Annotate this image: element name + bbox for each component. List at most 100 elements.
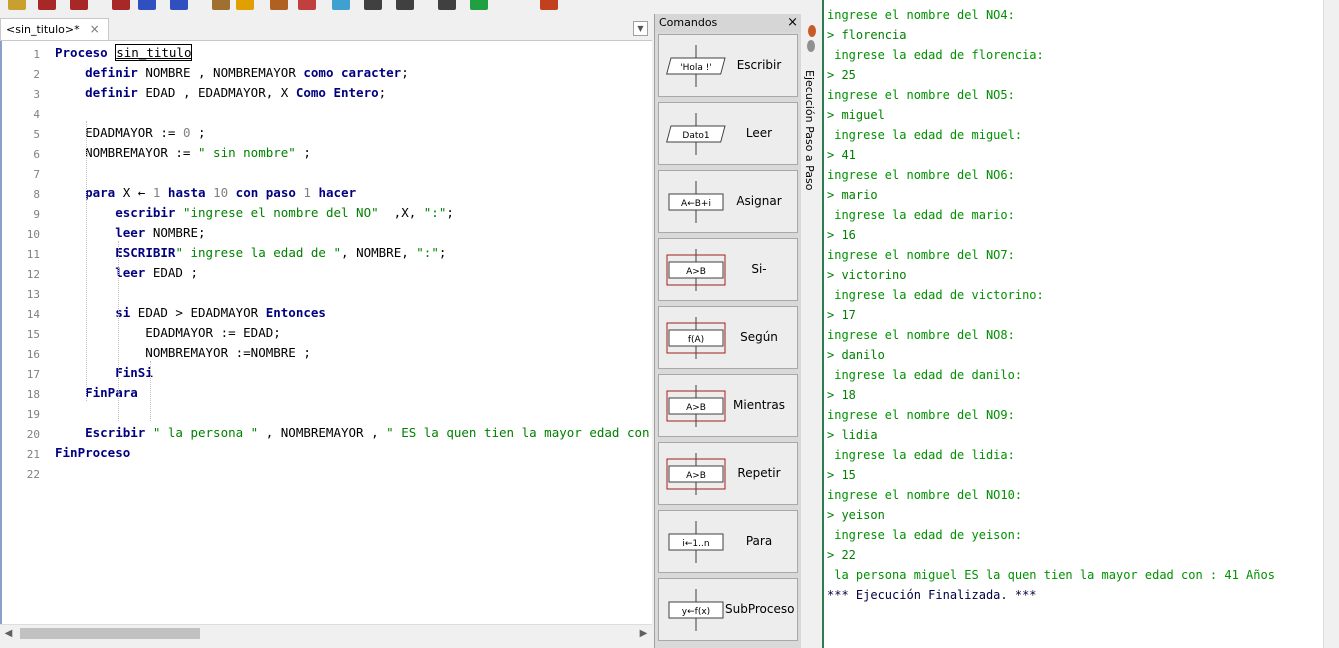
step-by-step-label: Ejecución Paso a Paso bbox=[803, 70, 816, 191]
command-button-si-entonces[interactable]: A>B Si-Entonces bbox=[658, 238, 798, 337]
code-line[interactable]: definir EDAD , EDADMAYOR, X Como Entero; bbox=[55, 85, 386, 100]
command-label: Asignar bbox=[736, 194, 782, 208]
line-number: 8 bbox=[33, 188, 40, 201]
code-line[interactable]: EDADMAYOR := 0 ; bbox=[55, 125, 205, 140]
string-token: " ES la quen tien la mayor edad con : " bbox=[386, 425, 652, 440]
commands-panel: Comandos × 'Hola !' Escribir Dato1 Leer A←B+… bbox=[654, 14, 802, 648]
command-glyph: 'Hola !' bbox=[680, 63, 712, 73]
diagram-icon[interactable] bbox=[438, 0, 456, 10]
copy-icon[interactable] bbox=[298, 0, 316, 10]
tab-sin-titulo[interactable]: <sin_titulo>* × bbox=[0, 18, 109, 40]
command-button-subproceso[interactable]: y←f(x) SubProceso bbox=[658, 578, 798, 641]
code-line[interactable]: para X ← 1 hasta 10 con paso 1 hacer bbox=[55, 185, 356, 200]
command-button-escribir[interactable]: 'Hola !' Escribir bbox=[658, 34, 798, 97]
command-label: Mientras bbox=[733, 398, 785, 412]
asignar-icon: A←B+i bbox=[668, 181, 724, 223]
code-token: EDADMAYOR := bbox=[55, 125, 183, 140]
run-icon[interactable] bbox=[138, 0, 156, 10]
code-line[interactable]: Escribir " la persona " , NOMBREMAYOR , … bbox=[55, 425, 652, 440]
commands-panel-close-icon[interactable]: × bbox=[787, 14, 798, 32]
help-icon[interactable] bbox=[540, 0, 558, 10]
code-line[interactable]: Proceso sin_titulo bbox=[55, 44, 193, 61]
scrollbar-thumb[interactable] bbox=[20, 628, 200, 639]
number-token: 10 bbox=[213, 185, 229, 200]
leer-icon: Dato1 bbox=[666, 113, 726, 155]
console-output-line: ingrese la edad de lidia: bbox=[827, 448, 1015, 462]
footsteps-icon[interactable] bbox=[804, 24, 820, 54]
code-token: NOMBREMAYOR :=NOMBRE ; bbox=[55, 345, 311, 360]
scroll-right-icon[interactable]: ▶ bbox=[635, 625, 652, 642]
command-button-segun[interactable]: f(A) Según bbox=[658, 306, 798, 369]
code-line[interactable]: FinSi bbox=[55, 365, 153, 380]
code-line[interactable]: ESCRIBIR" ingrese la edad de ", NOMBRE, … bbox=[55, 245, 446, 260]
scroll-left-icon[interactable]: ◀ bbox=[0, 625, 17, 642]
code-line[interactable]: NOMBREMAYOR :=NOMBRE ; bbox=[55, 345, 311, 360]
console-input-line: > mario bbox=[827, 188, 878, 202]
command-button-mientras[interactable]: A>B Mientras bbox=[658, 374, 798, 437]
command-button-para[interactable]: i←1..n Para bbox=[658, 510, 798, 573]
line-number: 4 bbox=[33, 108, 40, 121]
debug-icon[interactable] bbox=[470, 0, 488, 10]
save-as-icon[interactable] bbox=[112, 0, 130, 10]
keyword-token: Proceso bbox=[55, 45, 116, 60]
code-line[interactable]: leer NOMBRE; bbox=[55, 225, 206, 240]
command-label: Repetir bbox=[737, 466, 781, 480]
new-file-icon[interactable] bbox=[8, 0, 26, 10]
code-line[interactable]: EDADMAYOR := EDAD; bbox=[55, 325, 280, 340]
console-input-line: > 17 bbox=[827, 308, 856, 322]
code-line[interactable]: NOMBREMAYOR := " sin nombre" ; bbox=[55, 145, 311, 160]
mientras-icon: A>B bbox=[666, 385, 726, 427]
code-token: NOMBREMAYOR := bbox=[55, 145, 198, 160]
commands-panel-title: Comandos bbox=[659, 16, 718, 29]
code-line[interactable]: escribir "ingrese el nombre del NO" ,X, … bbox=[55, 205, 454, 220]
save-icon[interactable] bbox=[70, 0, 88, 10]
open-icon[interactable] bbox=[38, 0, 56, 10]
tab-close-icon[interactable]: × bbox=[90, 22, 100, 36]
toolbar bbox=[0, 0, 655, 16]
console-vertical-scrollbar[interactable] bbox=[1323, 0, 1339, 648]
line-number: 18 bbox=[26, 388, 40, 401]
cut-icon[interactable] bbox=[270, 0, 288, 10]
tab-dropdown-icon[interactable]: ▼ bbox=[633, 21, 648, 36]
console-output-line: ingrese la edad de mario: bbox=[827, 208, 1015, 222]
code-token: NOMBRE; bbox=[152, 225, 206, 240]
keyword-token: con paso bbox=[228, 185, 304, 200]
command-button-repetir[interactable]: A>B Repetir bbox=[658, 442, 798, 505]
code-token: ; bbox=[438, 245, 447, 260]
code-line[interactable]: FinProceso bbox=[55, 445, 130, 460]
keyword-token: FinPara bbox=[85, 385, 138, 400]
line-number: 12 bbox=[26, 268, 40, 281]
console-input-line: > victorino bbox=[827, 268, 907, 282]
print-icon[interactable] bbox=[236, 0, 254, 10]
console-output-line: ingrese el nombre del NO4: bbox=[827, 8, 1015, 22]
redo-icon[interactable] bbox=[396, 0, 414, 10]
console-input-line: > 18 bbox=[827, 388, 856, 402]
line-number: 11 bbox=[26, 248, 40, 261]
subproceso-icon: y←f(x) bbox=[668, 589, 724, 631]
flowchart-icon[interactable] bbox=[212, 0, 230, 10]
console-output-line: ingrese el nombre del NO10: bbox=[827, 488, 1023, 502]
editor-horizontal-scrollbar[interactable]: ◀ ▶ bbox=[0, 624, 652, 642]
command-button-leer[interactable]: Dato1 Leer bbox=[658, 102, 798, 165]
code-editor[interactable]: 1 2 3 4 5 6 7 8 9 10 11 12 13 14 15 16 17 18 19 20 21 22 Proce… bbox=[0, 41, 652, 624]
commands-panel-header: Comandos × bbox=[655, 14, 802, 32]
line-number: 16 bbox=[26, 348, 40, 361]
undo-icon[interactable] bbox=[364, 0, 382, 10]
code-line[interactable]: leer EDAD ; bbox=[55, 265, 198, 280]
code-line[interactable]: definir NOMBRE , NOMBREMAYOR como caract… bbox=[55, 65, 409, 80]
keyword-token: ESCRIBIR bbox=[115, 245, 176, 260]
command-glyph: A>B bbox=[686, 471, 706, 481]
step-icon[interactable] bbox=[170, 0, 188, 10]
console-output-line: ingrese la edad de victorino: bbox=[827, 288, 1044, 302]
escribir-icon: 'Hola !' bbox=[666, 45, 726, 87]
line-number: 20 bbox=[26, 428, 40, 441]
command-label: Según bbox=[740, 330, 778, 344]
command-button-asignar[interactable]: A←B+i Asignar bbox=[658, 170, 798, 233]
code-token: EDAD , EDADMAYOR, X bbox=[145, 85, 296, 100]
code-line[interactable]: si EDAD > EDADMAYOR Entonces bbox=[55, 305, 326, 320]
step-by-step-strip[interactable]: Ejecución Paso a Paso bbox=[801, 14, 822, 648]
paste-icon[interactable] bbox=[332, 0, 350, 10]
console-finished-line: *** Ejecución Finalizada. *** bbox=[827, 588, 1037, 602]
code-line[interactable]: FinPara bbox=[55, 385, 138, 400]
